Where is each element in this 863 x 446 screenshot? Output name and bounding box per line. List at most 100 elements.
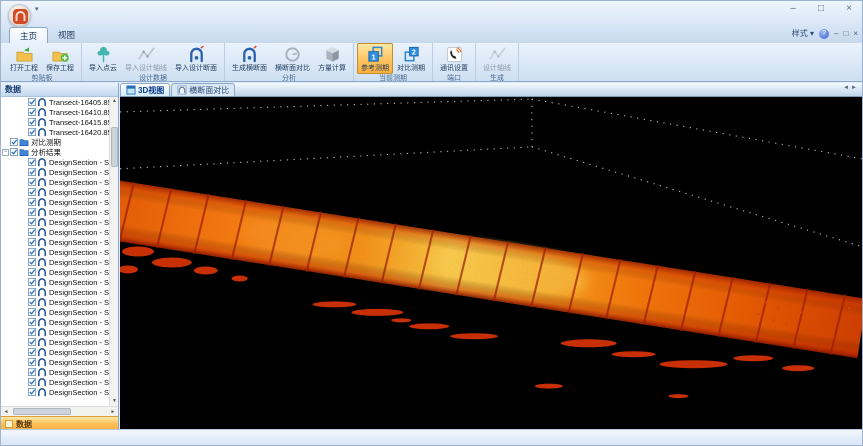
tree-checkbox[interactable] [28, 388, 36, 396]
tree-item[interactable]: DesignSection - Sect [1, 167, 118, 177]
tree-item[interactable]: DesignSection - Sect [1, 277, 118, 287]
tree-item[interactable]: DesignSection - Sect [1, 317, 118, 327]
tree-checkbox[interactable] [10, 138, 18, 146]
tree-item[interactable]: Transect-16420.85 [1, 127, 118, 137]
ribbon-button[interactable]: 保存工程 [42, 43, 78, 74]
tree-checkbox[interactable] [28, 298, 36, 306]
tree-item[interactable]: DesignSection - Sect [1, 367, 118, 377]
tree-checkbox[interactable] [28, 338, 36, 346]
tree-item[interactable]: DesignSection - Sect [1, 267, 118, 277]
document-tab[interactable]: 横断面对比 [171, 83, 235, 96]
ribbon-button[interactable]: 打开工程 [6, 43, 42, 74]
tree-item[interactable]: DesignSection - Sect [1, 217, 118, 227]
tab-nav-arrows[interactable]: ◄► [843, 85, 859, 91]
tree-item[interactable]: DesignSection - Sect [1, 297, 118, 307]
ribbon-button[interactable]: 1参考测期 [357, 43, 393, 74]
tree-item[interactable]: DesignSection - Sect [1, 157, 118, 167]
tree-horizontal-scrollbar[interactable]: ◄ ► [1, 406, 118, 416]
tree-item[interactable]: DesignSection - Sect [1, 287, 118, 297]
tree-checkbox[interactable] [28, 348, 36, 356]
tree-item[interactable]: DesignSection - Sect [1, 187, 118, 197]
tree-checkbox[interactable] [28, 328, 36, 336]
tree-item[interactable]: DesignSection - Sect [1, 257, 118, 267]
scrollbar-thumb[interactable] [111, 127, 118, 167]
window-minimize-button[interactable]: – [786, 3, 800, 14]
tree-checkbox[interactable] [28, 208, 36, 216]
tree-checkbox[interactable] [28, 278, 36, 286]
scrollbar-thumb[interactable] [13, 408, 71, 415]
tree-checkbox[interactable] [28, 378, 36, 386]
scroll-up-icon[interactable]: ▲ [110, 97, 118, 106]
tree-item[interactable]: DesignSection - Sect [1, 337, 118, 347]
tree-expander-icon[interactable]: − [2, 149, 9, 156]
child-close-button[interactable]: × [853, 29, 858, 38]
tree-item[interactable]: 对比测期 [1, 137, 118, 147]
tree-item[interactable]: DesignSection - Sect [1, 357, 118, 367]
tree-item[interactable]: DesignSection - Sect [1, 207, 118, 217]
tree-checkbox[interactable] [28, 118, 36, 126]
scroll-left-icon[interactable]: ◄ [1, 407, 11, 417]
child-window-controls: 样式 ▾ ? – □ × [792, 28, 858, 39]
ribbon-tab[interactable]: 主页 [9, 27, 48, 43]
window-maximize-button[interactable]: □ [814, 3, 828, 14]
window-close-button[interactable]: × [842, 3, 856, 14]
tree-item[interactable]: DesignSection - Sect [1, 347, 118, 357]
tree-checkbox[interactable] [10, 148, 18, 156]
tree-item[interactable]: DesignSection - Sect [1, 177, 118, 187]
ribbon-button[interactable]: 2对比测期 [393, 43, 429, 74]
tree-checkbox[interactable] [28, 368, 36, 376]
tree-checkbox[interactable] [28, 98, 36, 106]
tree-checkbox[interactable] [28, 108, 36, 116]
ribbon-tab[interactable]: 视图 [48, 27, 85, 43]
child-restore-button[interactable]: □ [843, 29, 848, 38]
tree-checkbox[interactable] [28, 358, 36, 366]
ribbon-button[interactable]: 生成横断面 [228, 43, 271, 74]
tree-item[interactable]: Transect-16410.85 [1, 107, 118, 117]
ribbon-button[interactable]: 导入设计断面 [171, 43, 221, 74]
tree-checkbox[interactable] [28, 188, 36, 196]
tree-checkbox[interactable] [28, 258, 36, 266]
tree-checkbox[interactable] [28, 288, 36, 296]
tree-item[interactable]: DesignSection - Sect [1, 227, 118, 237]
tree-checkbox[interactable] [28, 218, 36, 226]
app-logo-button[interactable] [8, 4, 31, 27]
3d-viewport[interactable] [120, 97, 862, 431]
scroll-down-icon[interactable]: ▼ [110, 397, 118, 406]
ribbon-button[interactable]: 导入设计轴线 [121, 43, 171, 74]
tree-item[interactable]: Transect-16415.85 [1, 117, 118, 127]
ribbon-button[interactable]: 通讯设置 [436, 43, 472, 74]
help-icon[interactable]: ? [819, 29, 829, 39]
tree-checkbox[interactable] [28, 158, 36, 166]
ribbon-button[interactable]: 设计轴线 [479, 43, 515, 74]
tree-checkbox[interactable] [28, 178, 36, 186]
ribbon-button[interactable]: 导入点云 [85, 43, 121, 74]
tree-checkbox[interactable] [28, 228, 36, 236]
child-minimize-button[interactable]: – [834, 29, 838, 38]
tree-checkbox[interactable] [28, 318, 36, 326]
tree-item[interactable]: Transect-16405.85 [1, 97, 118, 107]
style-menu[interactable]: 样式 ▾ [792, 28, 814, 39]
tree-item[interactable]: DesignSection - Sect [1, 327, 118, 337]
tunnel-section-icon [37, 367, 47, 377]
ribbon-button[interactable]: 横断面对比 [271, 43, 314, 74]
ribbon-group: 通讯设置端口 [433, 43, 476, 81]
tree-item[interactable]: DesignSection - Sect [1, 387, 118, 397]
tree-item[interactable]: −分析结果 [1, 147, 118, 157]
quick-access-dropdown-icon[interactable]: ▾ [35, 5, 39, 13]
tree-checkbox[interactable] [28, 238, 36, 246]
tree-item[interactable]: DesignSection - Sect [1, 247, 118, 257]
tree-item[interactable]: DesignSection - Sect [1, 197, 118, 207]
document-tab[interactable]: 3D视图 [120, 83, 170, 96]
tree-checkbox[interactable] [28, 168, 36, 176]
tree-checkbox[interactable] [28, 308, 36, 316]
tree-checkbox[interactable] [28, 198, 36, 206]
tree-vertical-scrollbar[interactable]: ▲ ▼ [109, 97, 118, 406]
tree-checkbox[interactable] [28, 268, 36, 276]
scroll-right-icon[interactable]: ► [108, 407, 118, 417]
ribbon-button[interactable]: 方量计算 [314, 43, 350, 74]
tree-item[interactable]: DesignSection - Sect [1, 307, 118, 317]
tree-checkbox[interactable] [28, 128, 36, 136]
tree-item[interactable]: DesignSection - Sect [1, 237, 118, 247]
tree-item[interactable]: DesignSection - Sect [1, 377, 118, 387]
tree-checkbox[interactable] [28, 248, 36, 256]
